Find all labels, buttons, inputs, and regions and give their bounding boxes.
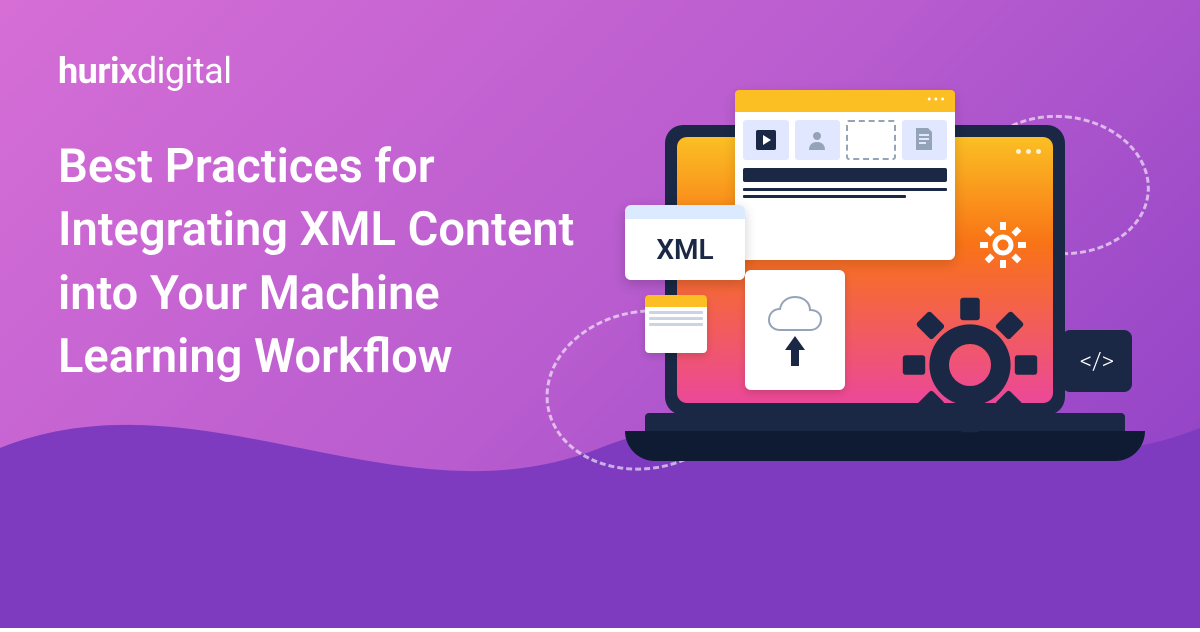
code-card: </>	[1062, 330, 1132, 392]
page-title: Best Practices for Integrating XML Conte…	[58, 135, 578, 389]
illustration: XML </>	[530, 80, 1170, 600]
panel-header	[735, 90, 955, 112]
window-controls	[1016, 149, 1041, 154]
gear-large-icon	[900, 295, 1040, 439]
laptop-keyboard	[645, 413, 1125, 443]
logo-brand: hurix	[58, 50, 137, 92]
code-label: </>	[1080, 347, 1114, 375]
arrow-up-icon	[783, 336, 807, 368]
panel-bar	[743, 168, 947, 182]
logo-suffix: digital	[137, 50, 232, 92]
gear-small-icon	[978, 220, 1028, 274]
cloud-upload-icon	[765, 292, 825, 332]
user-icon	[795, 120, 841, 160]
content-panel	[735, 90, 955, 260]
panel-lines	[743, 188, 947, 198]
placeholder-box	[846, 120, 896, 160]
play-icon	[743, 120, 789, 160]
brand-logo: hurixdigital	[58, 50, 232, 92]
document-icon	[902, 120, 948, 160]
xml-label: XML	[656, 233, 713, 266]
cloud-upload-card	[745, 270, 845, 390]
xml-card: XML	[625, 205, 745, 280]
mini-card	[645, 295, 707, 353]
